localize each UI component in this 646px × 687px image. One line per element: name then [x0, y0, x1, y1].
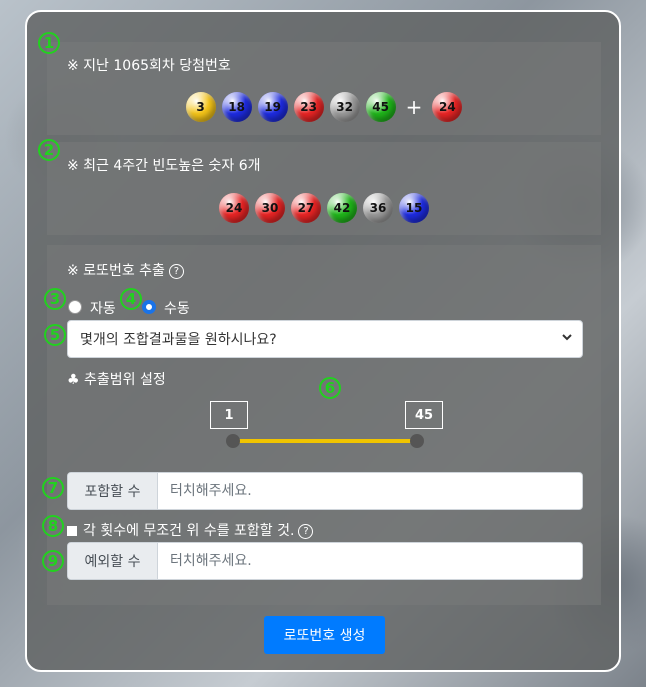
- marker-1: 1: [38, 32, 60, 54]
- radio-auto-label: 자동: [90, 301, 116, 317]
- lotto-card: ※ 지난 1065회차 당첨번호 3 18 19 23 32 45 +24 ※ 최근 4주간…: [25, 10, 621, 672]
- last-draw-heading: ※ 지난 1065회차 당첨번호: [67, 58, 231, 74]
- radio-manual-label: 수동: [164, 301, 190, 317]
- frequent-heading: ※ 최근 4주간 빈도높은 숫자 6개: [67, 158, 261, 174]
- winning-ball: 45: [365, 92, 396, 122]
- radio-manual[interactable]: [142, 300, 156, 314]
- chevron-down-icon: [562, 334, 572, 341]
- winning-ball: 19: [257, 92, 288, 122]
- range-min-handle[interactable]: [226, 434, 240, 448]
- marker-4: 4: [120, 288, 142, 310]
- include-all-label: 각 횟수에 무조건 위 수를 포함할 것.: [83, 523, 295, 539]
- marker-5: 5: [44, 324, 66, 346]
- extract-heading-text: ※ 로또번호 추출: [67, 263, 165, 279]
- range-slider-track[interactable]: [232, 439, 417, 443]
- winning-ball: 3: [185, 92, 216, 122]
- frequent-ball: 24: [219, 193, 249, 223]
- include-all-checkbox[interactable]: [67, 526, 77, 536]
- include-input-group: 포함할 수: [67, 472, 583, 510]
- range-max-value: 45: [405, 401, 443, 429]
- range-heading: ♣ 추출범위 설정: [67, 372, 166, 388]
- exclude-label: 예외할 수: [68, 543, 158, 579]
- frequent-balls: 24 30 27 42 36 15: [47, 193, 601, 223]
- marker-9: 9: [42, 550, 64, 572]
- help-icon[interactable]: ?: [168, 263, 184, 279]
- frequent-ball: 15: [399, 193, 429, 223]
- extract-heading: ※ 로또번호 추출?: [67, 260, 184, 280]
- frequent-numbers-section: ※ 최근 4주간 빈도높은 숫자 6개 24 30 27 42 36 15: [47, 142, 601, 235]
- frequent-ball: 36: [363, 193, 393, 223]
- marker-7: 7: [42, 477, 64, 499]
- frequent-ball: 30: [255, 193, 285, 223]
- select-value: 몇개의 조합결과물을 원하시나요?: [80, 332, 277, 348]
- include-label: 포함할 수: [68, 473, 158, 509]
- plus-sign: +: [405, 95, 423, 119]
- winning-ball: 32: [329, 92, 360, 122]
- generate-button[interactable]: 로또번호 생성: [264, 616, 385, 654]
- marker-3: 3: [44, 288, 66, 310]
- frequent-ball: 42: [327, 193, 357, 223]
- include-all-checkbox-row[interactable]: 각 횟수에 무조건 위 수를 포함할 것.?: [67, 520, 314, 540]
- frequent-ball: 27: [291, 193, 321, 223]
- combination-count-select[interactable]: 몇개의 조합결과물을 원하시나요?: [67, 320, 583, 358]
- range-max-handle[interactable]: [410, 434, 424, 448]
- range-min-value: 1: [210, 401, 248, 429]
- marker-8: 8: [42, 515, 64, 537]
- radio-auto[interactable]: [68, 300, 82, 314]
- bonus-ball: 24: [432, 92, 463, 122]
- winning-ball: 18: [221, 92, 252, 122]
- exclude-input-group: 예외할 수: [67, 542, 583, 580]
- help-icon[interactable]: ?: [298, 523, 314, 539]
- marker-6: 6: [319, 377, 341, 399]
- last-draw-section: ※ 지난 1065회차 당첨번호 3 18 19 23 32 45 +24: [47, 42, 601, 135]
- marker-2: 2: [38, 139, 60, 161]
- last-draw-balls: 3 18 19 23 32 45 +24: [47, 92, 601, 122]
- include-input[interactable]: [158, 473, 582, 509]
- winning-ball: 23: [293, 92, 324, 122]
- exclude-input[interactable]: [158, 543, 582, 579]
